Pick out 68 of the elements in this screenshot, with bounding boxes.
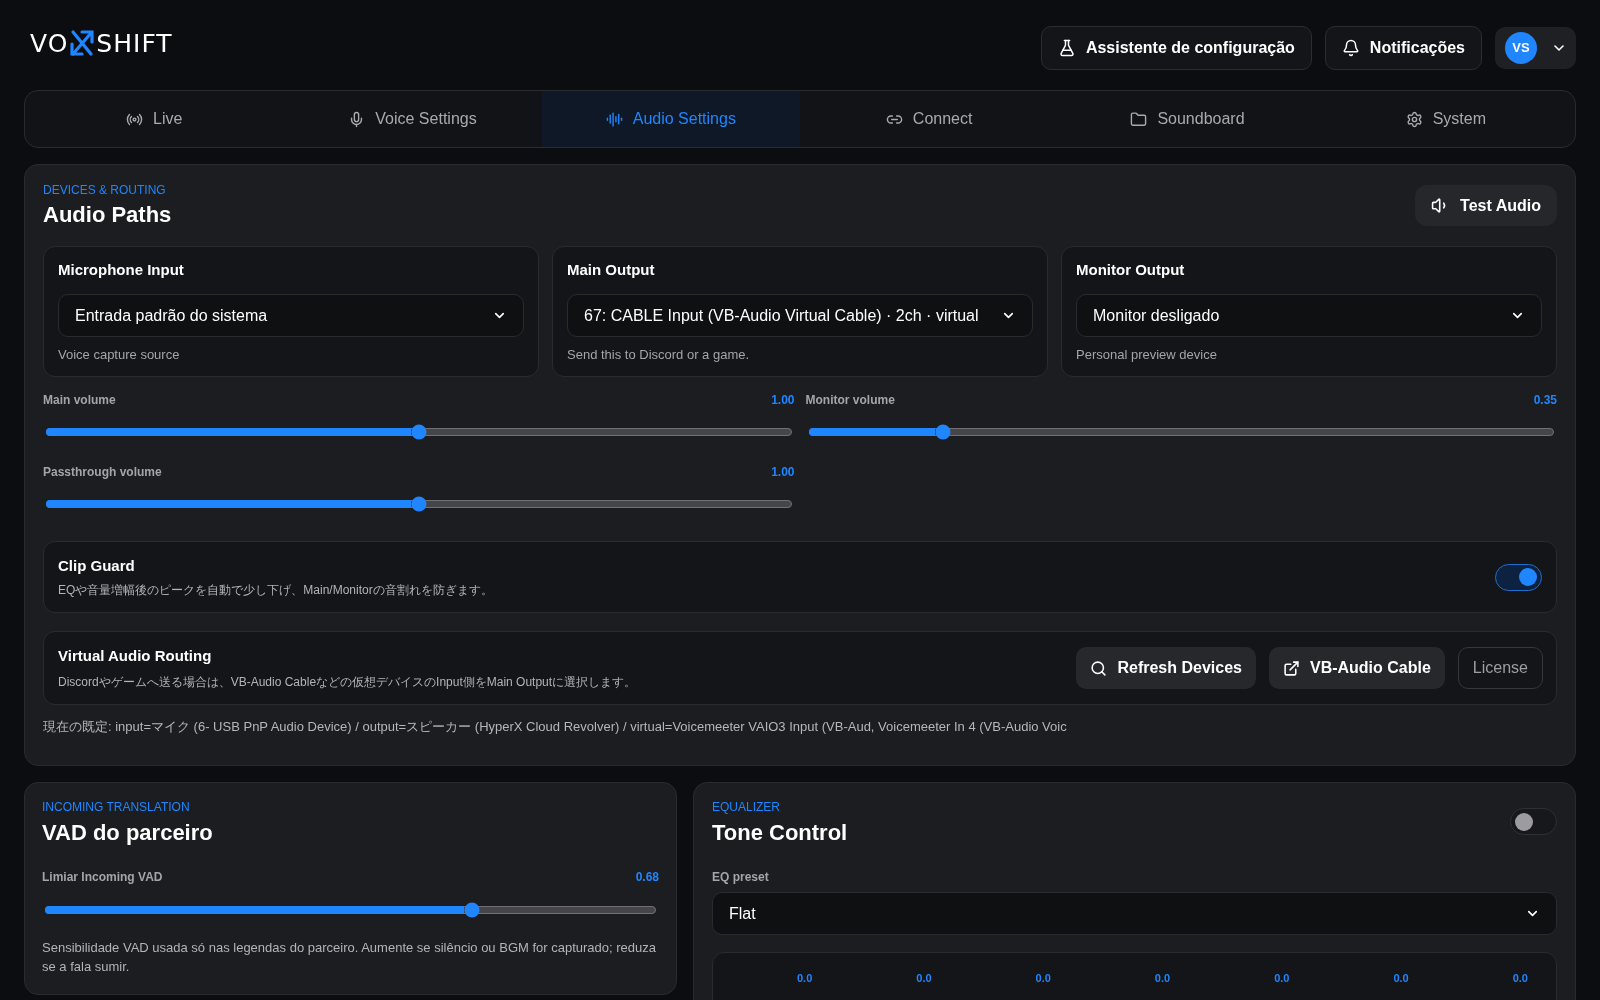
routing-button[interactable]: License <box>1457 647 1543 689</box>
header-button[interactable]: Notificações <box>1324 26 1482 70</box>
test-audio-button[interactable]: Test Audio <box>1415 185 1557 226</box>
device-hint: Voice capture source <box>58 346 181 364</box>
bell-icon <box>1341 39 1360 57</box>
crossed-arrows-icon <box>69 29 96 57</box>
device-hint: Personal preview device <box>1076 346 1218 364</box>
settings-icon <box>1405 110 1423 128</box>
panel-title: Virtual Audio Routing <box>58 645 213 666</box>
routing-button[interactable]: VB-Audio Cable <box>1268 647 1445 689</box>
device-label: Main Output <box>567 260 656 280</box>
device-label: Monitor Output <box>1076 260 1186 280</box>
tab[interactable]: Live <box>25 91 284 147</box>
slider-value: 0.35 <box>1533 392 1557 409</box>
slider-label: Limiar Incoming VAD <box>42 869 163 886</box>
slider-thumb[interactable] <box>464 902 480 918</box>
header-button[interactable]: Assistente de configuração <box>1040 26 1312 70</box>
search-icon <box>1090 659 1108 677</box>
user-menu-button[interactable]: VS <box>1495 27 1576 69</box>
section-eyebrow: DEVICES & ROUTING <box>43 182 167 198</box>
vad-description: Sensibilidade VAD usada só nas legendas do parceiro. Aumente se silêncio ou BGM for capturado; reduza se a fala sumir. <box>42 939 657 976</box>
section-title: Tone Control <box>712 819 848 847</box>
section-eyebrow: EQUALIZER <box>712 799 781 815</box>
tab[interactable]: Voice Settings <box>283 91 542 147</box>
panel-description: Discordやゲームへ送る場合は、VB-Audio Cableなどの仮想デバイスのInput側をMain Outputに選択します。 <box>58 673 637 691</box>
section-title: Audio Paths <box>43 201 172 229</box>
device-label: Microphone Input <box>58 260 185 280</box>
toggle-switch[interactable] <box>1495 563 1542 591</box>
routing-button[interactable]: Refresh Devices <box>1076 647 1256 689</box>
tab[interactable]: System <box>1316 91 1575 147</box>
panel-title: Clip Guard <box>58 555 136 576</box>
user-avatar: VS <box>1505 32 1537 64</box>
logo-text: SHIFT <box>96 30 173 56</box>
band-value: 0.0 <box>1154 971 1171 986</box>
band-value: 0.0 <box>797 971 813 986</box>
device-select[interactable]: 67: CABLE Input (VB-Audio Virtual Cable) · 2ch · virtual <box>567 294 1033 337</box>
tab[interactable]: Audio Settings <box>541 91 800 147</box>
band-value: 0.0 <box>1274 971 1290 986</box>
field-label: EQ preset <box>712 869 770 885</box>
folder-icon <box>1130 110 1148 128</box>
section-eyebrow: INCOMING TRANSLATION <box>42 799 191 815</box>
slider-label: Monitor volume <box>805 392 895 409</box>
tab[interactable]: Connect <box>800 91 1059 147</box>
slider-value: 1.00 <box>771 464 795 481</box>
band-value: 0.0 <box>1512 971 1528 986</box>
panel-description: EQや音量増幅後のピークを自動で少し下げ、Main/Monitorの音割れを防ぎます。 <box>58 581 493 599</box>
slider-thumb[interactable] <box>411 496 427 512</box>
tab[interactable]: Soundboard <box>1058 91 1317 147</box>
band-value: 0.0 <box>1393 971 1409 986</box>
toggle-switch[interactable] <box>1510 808 1557 835</box>
slider-thumb[interactable] <box>935 424 951 440</box>
section-title: VAD do parceiro <box>42 819 214 847</box>
device-hint: Send this to Discord or a game. <box>567 346 751 364</box>
eq-preset-select[interactable]: Flat <box>712 892 1557 935</box>
external-link-icon <box>1282 659 1300 677</box>
device-select[interactable]: Entrada padrão do sistema <box>58 294 524 337</box>
slider-label: Passthrough volume <box>43 464 162 481</box>
slider-value: 0.68 <box>635 869 659 886</box>
slider-label: Main volume <box>43 392 116 409</box>
slider-thumb[interactable] <box>411 424 427 440</box>
slider-value: 1.00 <box>771 392 795 409</box>
band-value: 0.0 <box>1035 971 1051 986</box>
current-defaults-text: 現在の既定: input=マイク (6- USB PnP Audio Device) / output=スピーカー (HyperX Cloud Revolver) / virtual=Voicemeeter VAIO3 Input (VB-Aud, Voicemeeter In 4 (VB-Audio Voic <box>43 718 1068 736</box>
flask-icon <box>1057 39 1076 57</box>
device-select[interactable]: Monitor desligado <box>1076 294 1542 337</box>
audio-waveform-icon <box>605 110 623 128</box>
band-value: 0.0 <box>916 971 932 986</box>
logo-text: VO <box>30 30 69 56</box>
